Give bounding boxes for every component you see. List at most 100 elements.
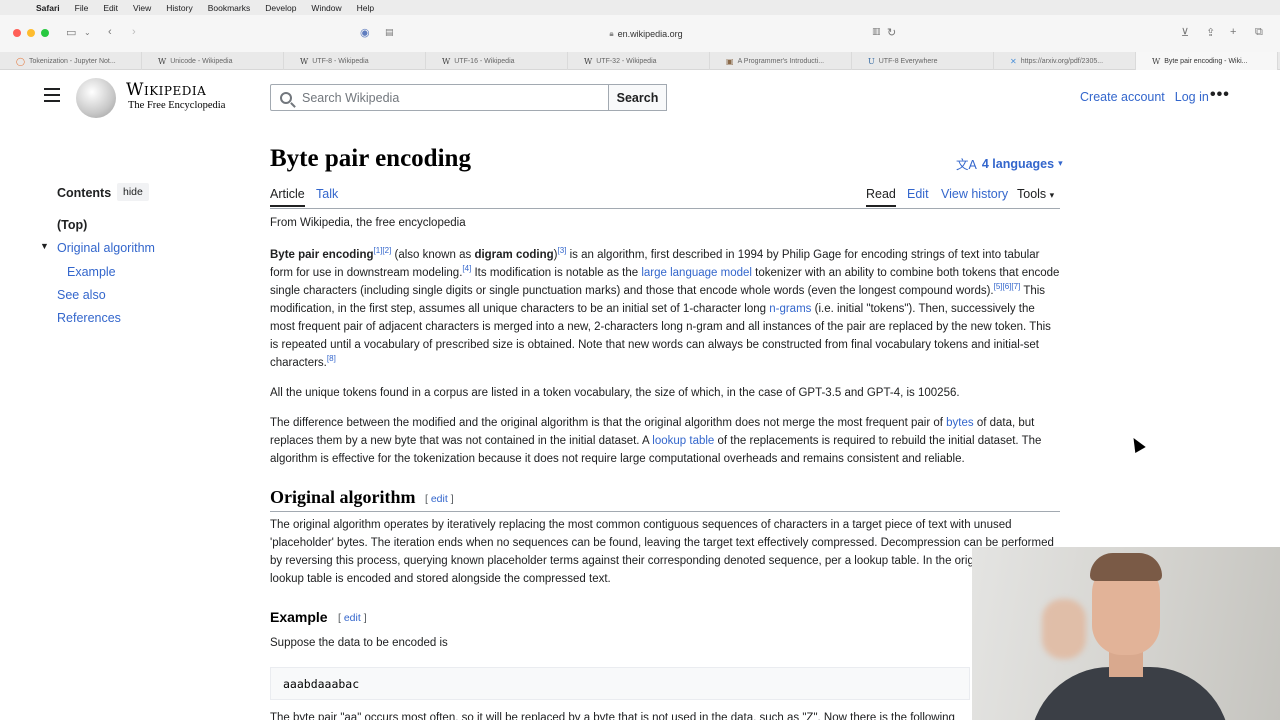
menu-edit[interactable]: Edit bbox=[103, 3, 118, 13]
share-icon[interactable]: ⇪ bbox=[1206, 26, 1215, 39]
search-box bbox=[270, 84, 609, 111]
toc-item-references[interactable]: References bbox=[57, 311, 121, 325]
section-edit-link: [ edit ] bbox=[338, 612, 367, 624]
citation-ref[interactable]: [4] bbox=[462, 264, 471, 273]
edit-bracket: ] bbox=[447, 493, 454, 505]
browser-tab-label: UTF-8 - Wikipedia bbox=[312, 57, 369, 65]
citation-ref[interactable]: [1][2] bbox=[374, 246, 392, 255]
edit-link[interactable]: edit bbox=[344, 612, 361, 624]
browser-tab[interactable]: U UTF-8 Everywhere bbox=[852, 52, 994, 70]
paragraph-text: The difference between the modified and … bbox=[270, 417, 947, 429]
downloads-icon[interactable]: ⊻ bbox=[1181, 26, 1189, 39]
presenter-hair bbox=[1090, 553, 1162, 581]
browser-tab[interactable]: W UTF-16 - Wikipedia bbox=[426, 52, 568, 70]
presenter-hand bbox=[1042, 599, 1086, 659]
log-in-link[interactable]: Log in bbox=[1175, 90, 1209, 104]
chevron-down-icon[interactable]: ▼ bbox=[40, 241, 49, 251]
link-bytes[interactable]: bytes bbox=[946, 417, 974, 429]
new-tab-icon[interactable]: + bbox=[1230, 26, 1236, 38]
arxiv-favicon-icon: ✕ bbox=[1010, 56, 1017, 66]
link-large-language-model[interactable]: large language model bbox=[641, 267, 752, 279]
tools-label: Tools bbox=[1017, 187, 1047, 201]
reload-icon[interactable]: ↻ bbox=[887, 26, 896, 39]
menu-develop[interactable]: Develop bbox=[265, 3, 296, 13]
section-edit-link: [ edit ] bbox=[425, 493, 454, 505]
link-n-grams[interactable]: n-grams bbox=[769, 303, 811, 315]
link-lookup-table[interactable]: lookup table bbox=[652, 435, 714, 447]
browser-tab-label: Unicode - Wikipedia bbox=[170, 57, 233, 65]
wikipedia-wordmark[interactable]: Wikipedia bbox=[126, 80, 206, 100]
toc-hide-button[interactable]: hide bbox=[117, 183, 149, 201]
menu-view[interactable]: View bbox=[133, 3, 151, 13]
tools-dropdown[interactable]: Tools ▾ bbox=[1017, 187, 1054, 201]
browser-tab[interactable]: W UTF-32 - Wikipedia bbox=[568, 52, 710, 70]
tab-overview-icon[interactable]: ⧉ bbox=[1255, 26, 1263, 39]
wikipedia-favicon-icon: W bbox=[1152, 56, 1161, 66]
minimize-window-button[interactable] bbox=[27, 29, 35, 37]
privacy-report-icon[interactable]: ◉ bbox=[360, 26, 370, 39]
menu-bookmarks[interactable]: Bookmarks bbox=[208, 3, 251, 13]
chevron-down-icon: ▾ bbox=[1058, 158, 1063, 168]
search-input[interactable] bbox=[302, 90, 592, 105]
tab-view-history[interactable]: View history bbox=[941, 187, 1008, 201]
reader-icon[interactable]: ▤ bbox=[385, 27, 394, 38]
tab-edit[interactable]: Edit bbox=[907, 187, 929, 201]
intro-paragraph: Byte pair encoding[1][2] (also known as … bbox=[270, 246, 1060, 372]
menu-history[interactable]: History bbox=[166, 3, 192, 13]
search-button[interactable]: Search bbox=[608, 84, 667, 111]
toc-item-example[interactable]: Example bbox=[67, 265, 116, 279]
back-icon[interactable]: ‹ bbox=[108, 26, 112, 38]
search-icon bbox=[280, 91, 292, 104]
citation-ref[interactable]: [5] bbox=[994, 282, 1003, 291]
sidebar-dropdown-icon[interactable]: ⌄ bbox=[84, 28, 91, 37]
wikipedia-globe-logo[interactable] bbox=[76, 78, 116, 118]
language-selector[interactable]: 文A 4 languages ▾ bbox=[956, 154, 1063, 173]
tab-talk[interactable]: Talk bbox=[316, 187, 338, 201]
language-count: 4 languages bbox=[981, 156, 1055, 171]
edit-link[interactable]: edit bbox=[431, 493, 448, 505]
tab-read[interactable]: Read bbox=[866, 187, 896, 207]
toc-item-see-also[interactable]: See also bbox=[57, 288, 106, 302]
mouse-cursor-icon bbox=[1128, 434, 1146, 454]
menu-window[interactable]: Window bbox=[311, 3, 341, 13]
title-divider bbox=[270, 208, 1060, 209]
edit-bracket: ] bbox=[360, 612, 367, 624]
forward-icon[interactable]: › bbox=[132, 26, 136, 38]
sidebar-toggle-icon[interactable]: ▭ bbox=[66, 26, 76, 39]
address-bar[interactable]: 🔒︎ en.wikipedia.org bbox=[396, 24, 896, 43]
create-account-link[interactable]: Create account bbox=[1080, 90, 1165, 104]
browser-tab[interactable]: ◯ Tokenization - Jupyter Not... bbox=[0, 52, 142, 70]
address-bar-url: en.wikipedia.org bbox=[617, 28, 683, 39]
citation-ref[interactable]: [6][7] bbox=[1003, 282, 1021, 291]
browser-tab[interactable]: ✕ https://arxiv.org/pdf/2305... bbox=[994, 52, 1136, 70]
more-options-icon[interactable]: ••• bbox=[1210, 86, 1230, 104]
site-subtitle: From Wikipedia, the free encyclopedia bbox=[270, 217, 466, 229]
tab-article[interactable]: Article bbox=[270, 187, 305, 207]
close-window-button[interactable] bbox=[13, 29, 21, 37]
browser-tab[interactable]: W Unicode - Wikipedia bbox=[142, 52, 284, 70]
menu-safari[interactable]: Safari bbox=[36, 3, 60, 13]
site-favicon-icon: U bbox=[868, 56, 875, 66]
wikipedia-favicon-icon: W bbox=[584, 56, 593, 66]
vocabulary-paragraph: All the unique tokens found in a corpus … bbox=[270, 387, 960, 399]
browser-tab-active[interactable]: W Byte pair encoding - Wiki... bbox=[1136, 52, 1278, 70]
bold-term: Byte pair encoding bbox=[270, 249, 374, 261]
toc-item-top[interactable]: (Top) bbox=[57, 218, 87, 232]
zoom-window-button[interactable] bbox=[41, 29, 49, 37]
section-heading-original-algorithm: Original algorithm bbox=[270, 487, 416, 507]
browser-tab[interactable]: W UTF-8 - Wikipedia bbox=[284, 52, 426, 70]
jupyter-favicon-icon: ◯ bbox=[16, 56, 25, 66]
main-menu-icon[interactable] bbox=[44, 88, 60, 102]
browser-tab-bar: ◯ Tokenization - Jupyter Not... W Unicode … bbox=[0, 52, 1280, 70]
toc-item-original-algorithm[interactable]: Original algorithm bbox=[57, 241, 155, 255]
browser-tab-label: UTF-32 - Wikipedia bbox=[596, 57, 657, 65]
wikipedia-favicon-icon: W bbox=[158, 56, 167, 66]
translate-icon[interactable]: ▥ bbox=[872, 26, 881, 37]
menu-help[interactable]: Help bbox=[357, 3, 374, 13]
browser-tab-label: UTF-16 - Wikipedia bbox=[454, 57, 515, 65]
menu-file[interactable]: File bbox=[75, 3, 89, 13]
code-block: aaabdaaabac bbox=[270, 667, 970, 700]
citation-ref[interactable]: [8] bbox=[327, 354, 336, 363]
macos-menu-bar: Safari File Edit View History Bookmarks … bbox=[0, 0, 1280, 15]
browser-tab[interactable]: ▣ A Programmer's Introducti... bbox=[710, 52, 852, 70]
